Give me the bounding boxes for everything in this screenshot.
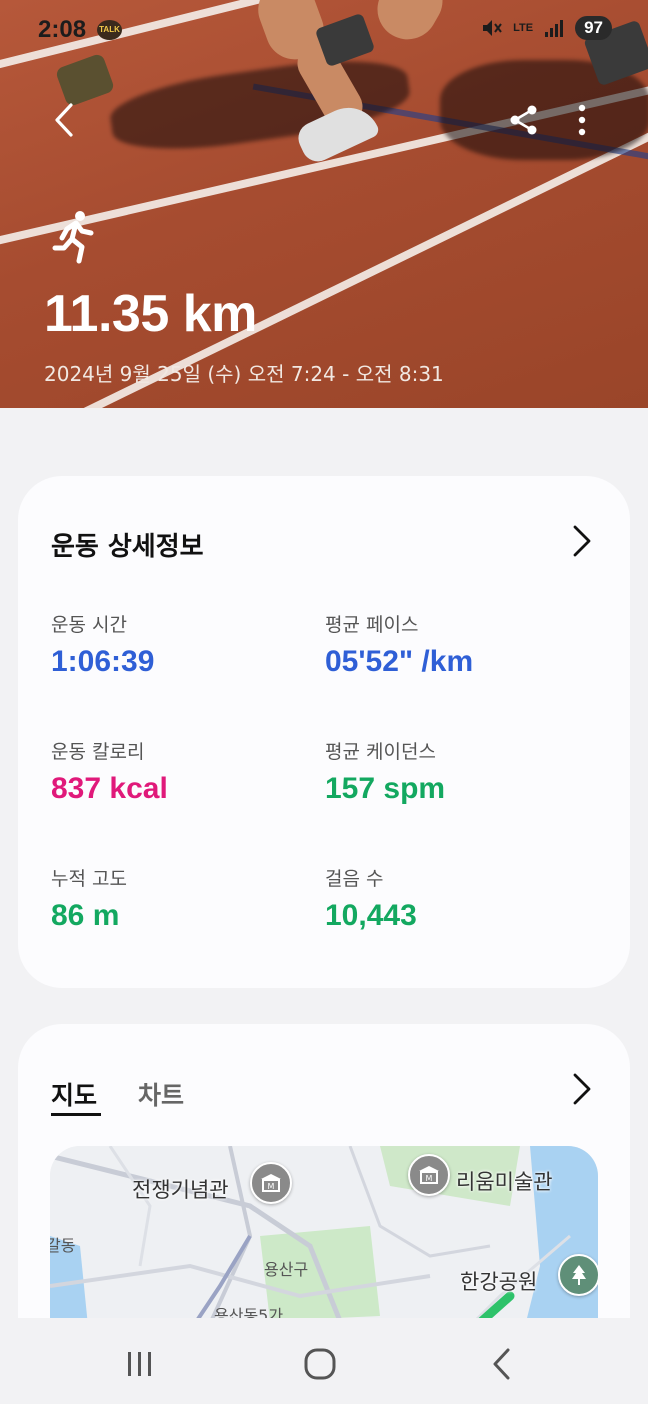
tab-map[interactable]: 지도	[51, 1076, 97, 1112]
metric-duration: 운동 시간 1:06:39	[51, 610, 154, 679]
metric-label: 누적 고도	[51, 868, 127, 890]
home-button[interactable]	[290, 1342, 350, 1386]
recent-apps-button[interactable]	[110, 1342, 170, 1386]
system-navigation-bar	[0, 1318, 648, 1404]
runner-shadow	[106, 49, 414, 161]
map-label-district: 용산구	[264, 1260, 309, 1279]
svg-text:M: M	[268, 1182, 275, 1191]
metric-avg-cadence: 평균 케이던스 157 spm	[325, 737, 445, 806]
workout-date-range: 2024년 9월 25일 (수) 오전 7:24 - 오전 8:31	[44, 362, 444, 386]
active-tab-indicator	[51, 1113, 101, 1116]
metric-label: 평균 케이던스	[325, 741, 436, 763]
more-vertical-icon	[578, 104, 586, 136]
metric-value: 05'52" /km	[325, 645, 474, 678]
signal-icon	[545, 20, 564, 37]
tree-icon	[572, 1265, 586, 1285]
map-chart-card: 지도 차트 전쟁기념관 M M 리움미술관 용산구 갈동 용산동5가 한강공원	[18, 1024, 630, 1364]
map-label-dong: 갈동	[50, 1236, 76, 1255]
metric-steps: 걸음 수 10,443	[325, 864, 417, 933]
hero-banner: 2:08 TALK LTE 97 11.35 km 2024년 9월 25일 (…	[0, 0, 648, 408]
back-button[interactable]	[44, 98, 84, 142]
museum-icon: M	[261, 1174, 281, 1192]
share-button[interactable]	[502, 100, 546, 140]
chevron-right-icon	[573, 525, 591, 557]
metric-value: 86 m	[51, 899, 120, 932]
metric-label: 평균 페이스	[325, 614, 419, 636]
home-icon	[304, 1348, 336, 1380]
park-pin-icon[interactable]	[558, 1254, 598, 1296]
mute-icon	[483, 20, 502, 36]
chevron-left-icon	[55, 103, 73, 137]
battery-indicator: 97	[575, 16, 612, 40]
metric-value: 1:06:39	[51, 645, 155, 678]
status-time: 2:08	[38, 16, 87, 43]
network-type: LTE	[513, 21, 534, 34]
recent-apps-icon	[128, 1352, 151, 1376]
more-options-button[interactable]	[566, 100, 598, 140]
card-title: 운동 상세정보	[51, 532, 204, 562]
metric-elevation: 누적 고도 86 m	[51, 864, 127, 933]
running-icon	[52, 211, 94, 264]
metric-calories: 운동 칼로리 837 kcal	[51, 737, 168, 806]
map-label-leeum: 리움미술관	[456, 1170, 553, 1194]
talk-notification-icon: TALK	[97, 20, 122, 40]
status-bar: 2:08 TALK LTE 97	[0, 0, 648, 60]
distance-value: 11.35 km	[44, 285, 257, 343]
map-arrow-button[interactable]	[572, 1072, 592, 1110]
museum-pin-icon[interactable]: M	[408, 1154, 450, 1196]
museum-icon: M	[419, 1166, 439, 1184]
details-arrow-button[interactable]	[572, 524, 592, 562]
tab-chart[interactable]: 차트	[138, 1076, 184, 1112]
back-icon	[493, 1348, 510, 1380]
back-nav-button[interactable]	[472, 1342, 532, 1386]
museum-pin-icon[interactable]: M	[250, 1162, 292, 1204]
map-label-war-memorial: 전쟁기념관	[132, 1178, 229, 1202]
metric-label: 운동 칼로리	[51, 741, 145, 763]
share-icon	[510, 105, 537, 135]
metric-avg-pace: 평균 페이스 05'52" /km	[325, 610, 473, 679]
metric-value: 157 spm	[325, 772, 446, 805]
metric-label: 운동 시간	[51, 614, 127, 636]
map-label-park: 한강공원	[460, 1270, 538, 1294]
svg-text:M: M	[426, 1174, 433, 1183]
workout-details-card[interactable]: 운동 상세정보 운동 시간 1:06:39 평균 페이스 05'52" /km …	[18, 476, 630, 988]
metric-value: 10,443	[325, 899, 417, 932]
route-map[interactable]: 전쟁기념관 M M 리움미술관 용산구 갈동 용산동5가 한강공원	[50, 1146, 598, 1346]
metric-value: 837 kcal	[51, 772, 168, 805]
metric-label: 걸음 수	[325, 868, 384, 890]
chevron-right-icon	[573, 1073, 591, 1105]
